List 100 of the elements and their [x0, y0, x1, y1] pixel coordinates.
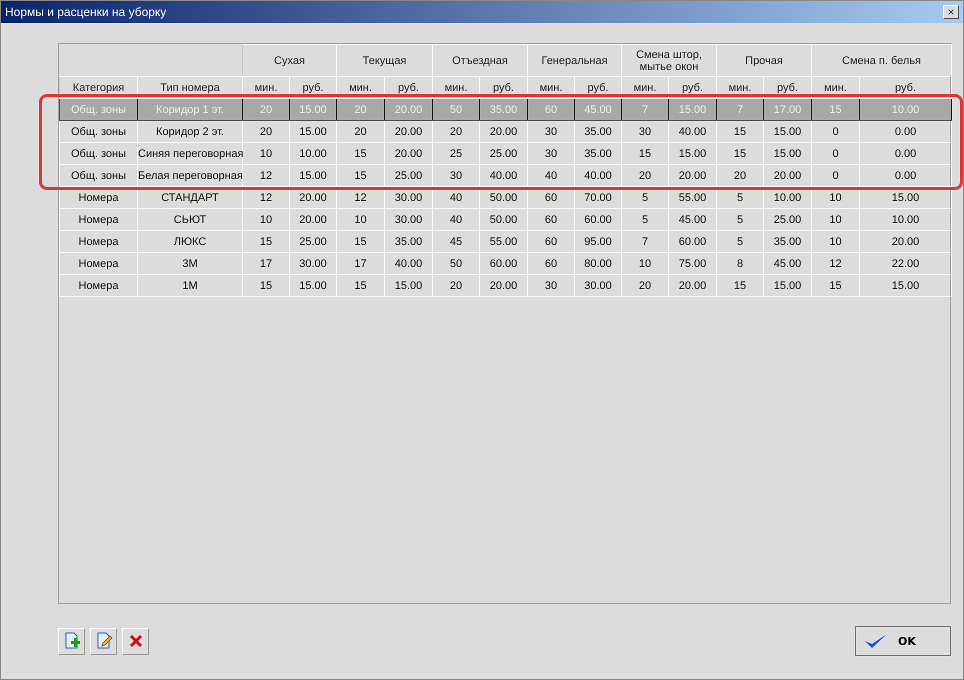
table-cell: 10 [242, 142, 290, 164]
table-cell: 50.00 [480, 208, 528, 230]
table-cell: 40.00 [480, 164, 528, 186]
table-cell: Синяя переговорная [138, 142, 242, 164]
table-cell: 35.00 [574, 120, 622, 142]
table-cell: 15.00 [668, 142, 717, 164]
table-cell: Коридор 1 эт. [138, 98, 242, 120]
table-row[interactable]: Общ. зоны Белая переговорная 12 15.00 15 25.00 30 40.00 40 40.00 20 20.00 20 20.00 0 0.00 [60, 164, 952, 186]
table-cell: 22.00 [860, 252, 952, 274]
table-cell: 15.00 [290, 120, 336, 142]
table-row[interactable]: Номера 3М 17 30.00 17 40.00 50 60.00 60 80.00 10 75.00 8 45.00 12 22.00 [60, 252, 952, 274]
table-cell: Белая переговорная [138, 164, 242, 186]
table-row[interactable]: Номера СЬЮТ 10 20.00 10 30.00 40 50.00 60 60.00 5 45.00 5 25.00 10 10.00 [60, 208, 952, 230]
table-cell: 20.00 [384, 120, 432, 142]
table-cell: 15 [336, 142, 384, 164]
table-cell: 15 [336, 164, 384, 186]
table-cell: 15.00 [860, 274, 952, 296]
window-title: Нормы и расценки на уборку [5, 5, 166, 19]
table-cell: 20 [716, 164, 764, 186]
table-cell: 15.00 [290, 98, 336, 120]
table-cell: 95.00 [574, 230, 622, 252]
table-cell: Номера [60, 252, 138, 274]
table-cell: 30 [622, 120, 669, 142]
table-cell: 20.00 [384, 142, 432, 164]
group-header: Генеральная [528, 44, 622, 76]
table-cell: Коридор 2 эт. [138, 120, 242, 142]
table-cell: 10 [242, 208, 290, 230]
delete-icon [128, 633, 144, 649]
table-cell: 7 [622, 98, 669, 120]
table-cell: 60 [528, 252, 574, 274]
table-cell: 30.00 [384, 208, 432, 230]
table-cell: 20.00 [480, 120, 528, 142]
table-cell: 40.00 [384, 252, 432, 274]
column-header: Категория [60, 76, 138, 98]
table-cell: 20.00 [764, 164, 812, 186]
table-cell: 45 [432, 230, 480, 252]
table-cell: 10 [336, 208, 384, 230]
table-cell: 50 [432, 98, 480, 120]
table-cell: 15 [622, 142, 669, 164]
table-cell: 15 [716, 142, 764, 164]
ok-button[interactable]: OK [855, 626, 951, 656]
table-cell: 15.00 [764, 274, 812, 296]
table-cell: 0 [812, 120, 860, 142]
table-row[interactable]: Номера ЛЮКС 15 25.00 15 35.00 45 55.00 60 95.00 7 60.00 5 35.00 10 20.00 [60, 230, 952, 252]
table-cell: СЬЮТ [138, 208, 242, 230]
table-cell: 50 [432, 252, 480, 274]
table-cell: 3М [138, 252, 242, 274]
table-cell: 15.00 [764, 120, 812, 142]
table-row[interactable]: Номера СТАНДАРТ 12 20.00 12 30.00 40 50.00 60 70.00 5 55.00 5 10.00 10 15.00 [60, 186, 952, 208]
group-header: Прочая [716, 44, 812, 76]
delete-button[interactable] [122, 628, 149, 654]
table-cell: 20.00 [668, 274, 717, 296]
table-cell: 35.00 [384, 230, 432, 252]
table-cell: 75.00 [668, 252, 717, 274]
table-cell: 30 [528, 120, 574, 142]
table-cell: 0 [812, 142, 860, 164]
table-cell: 60 [528, 230, 574, 252]
add-button[interactable] [58, 628, 85, 654]
table-cell: 15.00 [764, 142, 812, 164]
table-cell: 60.00 [668, 230, 717, 252]
table-cell: 17.00 [764, 98, 812, 120]
table-cell: 10.00 [860, 98, 952, 120]
table-cell: 1М [138, 274, 242, 296]
close-button[interactable]: × [943, 5, 959, 19]
table-cell: 17 [336, 252, 384, 274]
table-cell: 60.00 [480, 252, 528, 274]
table-cell: 20 [336, 98, 384, 120]
table-cell: 40.00 [668, 120, 717, 142]
table-cell: 40 [528, 164, 574, 186]
table-cell: 17 [242, 252, 290, 274]
table-cell: 15 [716, 274, 764, 296]
table-cell: 45.00 [764, 252, 812, 274]
table-cell: 30.00 [574, 274, 622, 296]
table-row[interactable]: Общ. зоны Синяя переговорная 10 10.00 15 20.00 25 25.00 30 35.00 15 15.00 15 15.00 0 0.00 [60, 142, 952, 164]
table-cell: 0 [812, 164, 860, 186]
table-cell: 20.00 [290, 208, 336, 230]
table-cell: Номера [60, 208, 138, 230]
table-cell: 20 [432, 274, 480, 296]
table-row[interactable]: Номера 1М 15 15.00 15 15.00 20 20.00 30 30.00 20 20.00 15 15.00 15 15.00 [60, 274, 952, 296]
table-cell: 20.00 [480, 274, 528, 296]
table-cell: Номера [60, 274, 138, 296]
table-cell: 30 [528, 274, 574, 296]
table-cell: ЛЮКС [138, 230, 242, 252]
table-cell: 7 [716, 98, 764, 120]
table-cell: 10 [622, 252, 669, 274]
table-cell: 15 [242, 230, 290, 252]
table-cell: 12 [242, 164, 290, 186]
table-cell: 20 [622, 164, 669, 186]
table-cell: 10 [812, 230, 860, 252]
table-cell: 15 [336, 230, 384, 252]
table-cell: 30.00 [290, 252, 336, 274]
table-cell: Номера [60, 230, 138, 252]
table-cell: 60.00 [574, 208, 622, 230]
table-cell: 45.00 [668, 208, 717, 230]
edit-button[interactable] [90, 628, 117, 654]
table-row[interactable]: Общ. зоны Коридор 2 эт. 20 15.00 20 20.00 20 20.00 30 35.00 30 40.00 15 15.00 0 0.00 [60, 120, 952, 142]
table-cell: 25 [432, 142, 480, 164]
checkmark-icon [864, 632, 888, 650]
table-cell: 10 [812, 208, 860, 230]
group-header: Текущая [336, 44, 432, 76]
